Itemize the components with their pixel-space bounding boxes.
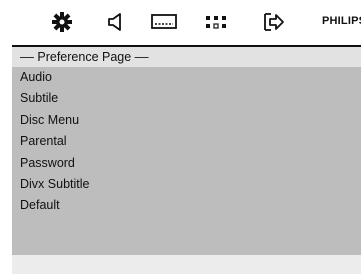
speaker-icon[interactable] (103, 10, 129, 34)
menu-item-divx-subtitle[interactable]: Divx Subtitle (12, 174, 361, 195)
brand-logo: PHILIPS (322, 15, 361, 27)
preference-menu: Audio Subtile Disc Menu Parental Passwor… (12, 67, 361, 217)
preference-panel: –– Preference Page –– Audio Subtile Disc… (12, 47, 361, 255)
menu-item-parental[interactable]: Parental (12, 131, 361, 152)
menu-item-audio[interactable]: Audio (12, 67, 361, 88)
menu-item-password[interactable]: Password (12, 153, 361, 174)
menu-item-disc-menu[interactable]: Disc Menu (12, 110, 361, 131)
menu-item-default[interactable]: Default (12, 195, 361, 216)
settings-toolbar: PHILIPS (0, 0, 361, 44)
grid-icon[interactable] (203, 10, 229, 34)
display-icon[interactable] (151, 10, 177, 34)
page-title: –– Preference Page –– (12, 47, 361, 67)
footer-bar (12, 255, 361, 274)
gear-icon[interactable] (49, 10, 75, 34)
menu-item-subtitle[interactable]: Subtile (12, 88, 361, 109)
exit-arrow-icon[interactable] (261, 10, 287, 34)
